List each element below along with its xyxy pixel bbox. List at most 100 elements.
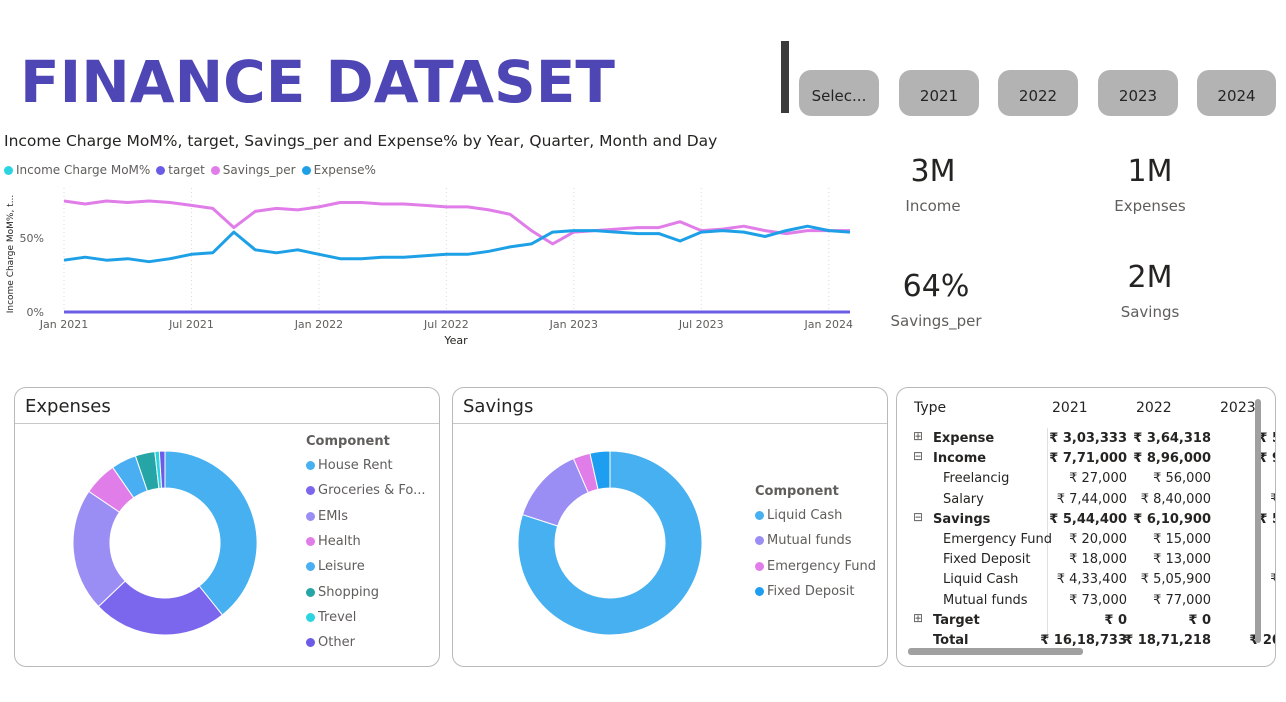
legend-dot-icon bbox=[306, 562, 315, 572]
legend-item[interactable]: Emergency Fund bbox=[755, 554, 876, 579]
kpi-savings: 2M Savings bbox=[1070, 260, 1230, 321]
table-cell: ₹ 20,000 bbox=[1069, 532, 1127, 547]
table-cell: ₹ 9, bbox=[1270, 492, 1275, 507]
legend-item[interactable]: Leisure bbox=[306, 554, 426, 579]
x-tick-label: Jan 2021 bbox=[39, 318, 88, 331]
table-row: ⊟ Savings ₹ 5,44,400 ₹ 6,10,900 ₹ 5,3 bbox=[897, 510, 1275, 532]
row-label: Liquid Cash bbox=[943, 572, 1019, 588]
matrix-header-cell[interactable]: 2022 bbox=[1136, 400, 1172, 416]
expand-icon[interactable]: ⊞ bbox=[913, 429, 923, 443]
slicer-select-all-button[interactable]: Selec... bbox=[799, 70, 879, 116]
page-title: FINANCE DATASET bbox=[20, 48, 615, 116]
legend-item[interactable]: Trevel bbox=[306, 605, 426, 630]
line-chart-title: Income Charge MoM%, target, Savings_per … bbox=[4, 132, 718, 150]
row-label: Expense bbox=[933, 431, 995, 446]
table-row: ⊞ Expense ₹ 3,03,333 ₹ 3,64,318 ₹ 5,1 bbox=[897, 429, 1275, 451]
matrix-vertical-scrollbar[interactable] bbox=[1255, 399, 1261, 643]
legend-dot-icon bbox=[306, 612, 315, 622]
legend-label: Mutual funds bbox=[767, 533, 852, 549]
matrix-header-cell[interactable]: Type bbox=[914, 400, 946, 416]
row-label: Target bbox=[933, 612, 980, 628]
x-tick-label: Jul 2023 bbox=[678, 318, 724, 331]
kpi-expenses: 1M Expenses bbox=[1070, 154, 1230, 215]
legend-dot-icon bbox=[306, 638, 315, 648]
line-chart[interactable]: Jan 2021 Jul 2021 Jan 2022 Jul 2022 Jan 2023… bbox=[0, 180, 870, 350]
legend-item[interactable]: Mutual funds bbox=[755, 528, 876, 553]
row-label: Freelancig bbox=[943, 471, 1010, 487]
savings-legend: Component Liquid Cash Mutual funds Emergen… bbox=[755, 484, 876, 604]
legend-item[interactable]: Health bbox=[306, 529, 426, 554]
row-label: Mutual funds bbox=[943, 592, 1028, 608]
kpi-income: 3M Income bbox=[853, 154, 1013, 215]
table-row: Fixed Deposit₹ 18,000₹ 13,000₹ bbox=[897, 552, 1275, 572]
slicer-2023-button[interactable]: 2023 bbox=[1098, 70, 1178, 116]
x-tick-label: Jan 2022 bbox=[294, 318, 343, 331]
table-cell: ₹ 20,1 bbox=[1249, 633, 1275, 648]
collapse-icon[interactable]: ⊟ bbox=[913, 510, 923, 524]
table-cell: ₹ 16,18,733 bbox=[1040, 633, 1127, 648]
legend-label: Emergency Fund bbox=[767, 558, 876, 574]
table-cell: ₹ 4,33,400 bbox=[1056, 572, 1127, 588]
row-label: Total bbox=[933, 633, 969, 648]
card-title: Savings bbox=[463, 396, 534, 417]
legend-dot-icon bbox=[755, 561, 764, 571]
matrix-card: Type 2021 2022 2023 ⊞ Expense ₹ 3,03,333 ₹ 3,64… bbox=[896, 387, 1276, 667]
legend-label: Fixed Deposit bbox=[767, 584, 855, 600]
slicer-2024-button[interactable]: 2024 bbox=[1197, 70, 1276, 116]
kpi-value: 64% bbox=[902, 269, 970, 304]
slicer-2022-button[interactable]: 2022 bbox=[998, 70, 1078, 116]
y-tick-label: 50% bbox=[20, 232, 44, 245]
legend-dot-icon bbox=[306, 486, 315, 496]
legend-label: Liquid Cash bbox=[767, 508, 843, 524]
legend-dot-icon bbox=[306, 587, 315, 597]
savings-donut-chart[interactable] bbox=[508, 443, 708, 643]
matrix-header-cell[interactable]: 2023 bbox=[1220, 400, 1256, 416]
matrix-header-cell[interactable]: 2021 bbox=[1052, 400, 1088, 416]
y-tick-label: 0% bbox=[27, 306, 44, 319]
legend-label: Health bbox=[318, 534, 361, 550]
legend-dot-icon bbox=[210, 165, 220, 175]
series-line-expense-[interactable] bbox=[63, 224, 851, 264]
legend-dot-icon bbox=[306, 537, 315, 547]
slicer-2021-button[interactable]: 2021 bbox=[899, 70, 979, 116]
legend-item[interactable]: EMIs bbox=[306, 504, 426, 529]
legend-item[interactable]: Fixed Deposit bbox=[755, 579, 876, 604]
legend-item[interactable]: target bbox=[156, 163, 205, 177]
kpi-label: Income bbox=[905, 197, 961, 215]
matrix-horizontal-scrollbar[interactable] bbox=[908, 648, 1083, 655]
legend-item[interactable]: Other bbox=[306, 630, 426, 655]
table-cell: ₹ 13,000 bbox=[1153, 552, 1211, 568]
kpi-value: 1M bbox=[1127, 154, 1173, 189]
legend-label: Groceries & Fo... bbox=[318, 483, 426, 499]
legend-item[interactable]: Savings_per bbox=[210, 163, 296, 177]
legend-dot-icon bbox=[156, 165, 166, 175]
savings-card: Savings Component Liquid Cash Mutual fund… bbox=[452, 387, 888, 667]
expenses-legend: Component House Rent Groceries & Fo... EMI… bbox=[306, 434, 426, 655]
x-tick-label: Jul 2021 bbox=[168, 318, 214, 331]
table-cell: ₹ 15,000 bbox=[1153, 532, 1211, 547]
divider bbox=[15, 423, 439, 424]
expenses-donut-chart[interactable] bbox=[65, 443, 265, 643]
donut-slice-house-rent[interactable] bbox=[164, 450, 258, 616]
table-cell: ₹ 18,71,218 bbox=[1124, 633, 1211, 648]
table-cell: ₹ 56,000 bbox=[1153, 471, 1211, 487]
legend-item[interactable]: Shopping bbox=[306, 579, 426, 604]
legend-item[interactable]: Income Charge MoM% bbox=[4, 163, 150, 177]
legend-item[interactable]: Groceries & Fo... bbox=[306, 478, 426, 503]
legend-item[interactable]: House Rent bbox=[306, 453, 426, 478]
expand-icon[interactable]: ⊞ bbox=[913, 611, 923, 625]
kpi-label: Expenses bbox=[1114, 197, 1186, 215]
collapse-icon[interactable]: ⊟ bbox=[913, 449, 923, 463]
legend-label: Other bbox=[318, 635, 355, 651]
legend-item[interactable]: Expense% bbox=[301, 163, 376, 177]
legend-dot-icon bbox=[755, 511, 764, 521]
legend-label: target bbox=[168, 163, 205, 177]
legend-label: EMIs bbox=[318, 508, 349, 524]
series-line-savings-per[interactable] bbox=[63, 199, 850, 246]
legend-dot-icon bbox=[755, 536, 764, 546]
row-label: Salary bbox=[943, 491, 984, 507]
row-label: Fixed Deposit bbox=[943, 552, 1031, 568]
table-row: Emergency Fund₹ 20,000₹ 15,000₹ bbox=[897, 532, 1275, 552]
table-cell: ₹ 73,000 bbox=[1069, 592, 1127, 608]
legend-item[interactable]: Liquid Cash bbox=[755, 503, 876, 528]
